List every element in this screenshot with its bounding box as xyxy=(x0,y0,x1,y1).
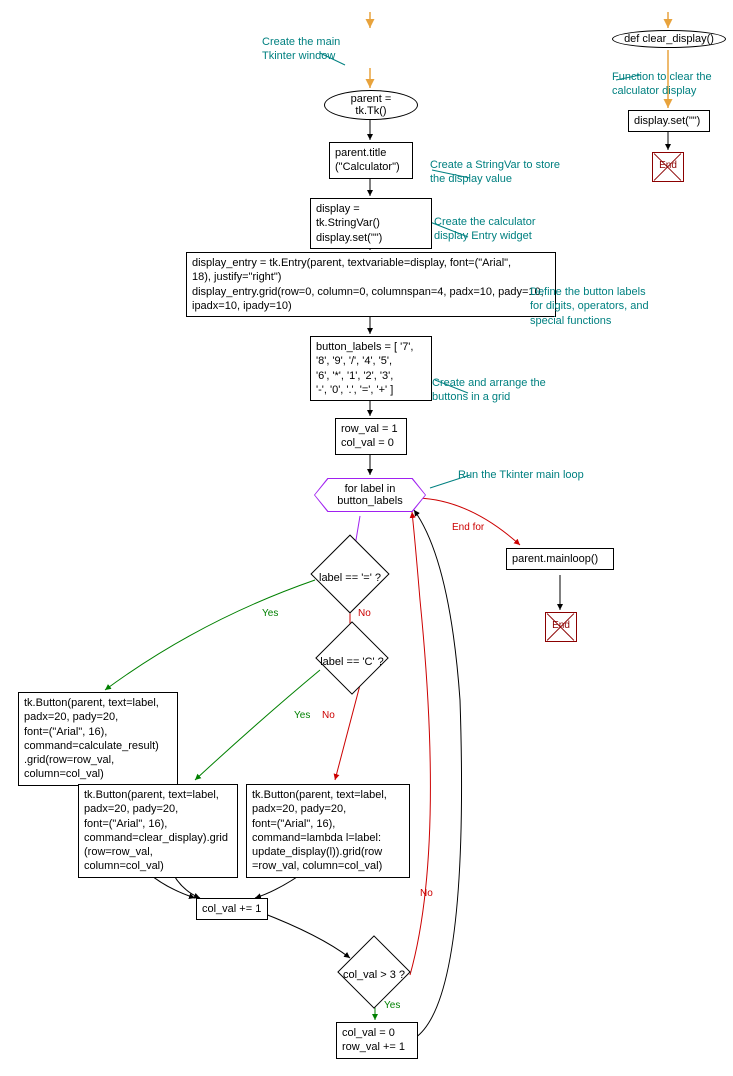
node-col-gt3: col_val > 3 ? xyxy=(336,969,412,981)
edge-endfor: End for xyxy=(452,522,484,533)
node-col-inc: col_val += 1 xyxy=(196,898,268,920)
node-label-c: label == 'C' ? xyxy=(314,656,390,668)
comment-mainloop: Run the Tkinter main loop xyxy=(458,468,584,482)
comment-entry: Create the calculatordisplay Entry widge… xyxy=(434,215,536,244)
node-row-col-init: row_val = 1col_val = 0 xyxy=(335,418,407,455)
edge-c-no: No xyxy=(322,710,335,721)
node-mainloop: parent.mainloop() xyxy=(506,548,614,570)
edge-eq-yes: Yes xyxy=(262,608,278,619)
edge-eq-no: No xyxy=(358,608,371,619)
comment-arrange: Create and arrange thebuttons in a grid xyxy=(432,376,546,405)
node-btn-update: tk.Button(parent, text=label,padx=20, pa… xyxy=(246,784,410,878)
node-side-display-set: display.set("") xyxy=(628,110,710,132)
edge-c-yes: Yes xyxy=(294,710,310,721)
comment-button-labels: Define the button labelsfor digits, oper… xyxy=(530,285,649,328)
node-btn-calc: tk.Button(parent, text=label,padx=20, pa… xyxy=(18,692,178,786)
node-end-main: End xyxy=(545,612,577,642)
edge-gt3-no: No xyxy=(420,888,433,899)
node-button-labels: button_labels = [ '7','8', '9', '/', '4'… xyxy=(310,336,432,401)
node-parent-tk: parent = tk.Tk() xyxy=(324,90,418,120)
comment-stringvar: Create a StringVar to storethe display v… xyxy=(430,158,560,187)
node-parent-title: parent.title("Calculator") xyxy=(329,142,413,179)
node-reset-col: col_val = 0row_val += 1 xyxy=(336,1022,418,1059)
comment-clear-func: Function to clear thecalculator display xyxy=(612,70,712,99)
node-display-set: display = tk.StringVar()display.set("") xyxy=(310,198,432,249)
node-display-entry: display_entry = tk.Entry(parent, textvar… xyxy=(186,252,556,317)
node-end-side: End xyxy=(652,152,684,182)
node-btn-clear: tk.Button(parent, text=label,padx=20, pa… xyxy=(78,784,238,878)
edge-gt3-yes: Yes xyxy=(384,1000,400,1011)
comment-main-window: Create the mainTkinter window xyxy=(262,35,340,64)
node-label-eq: label == '=' ? xyxy=(312,572,388,584)
node-for-loop: for label inbutton_labels xyxy=(314,478,426,512)
node-def-clear: def clear_display() xyxy=(612,30,726,48)
